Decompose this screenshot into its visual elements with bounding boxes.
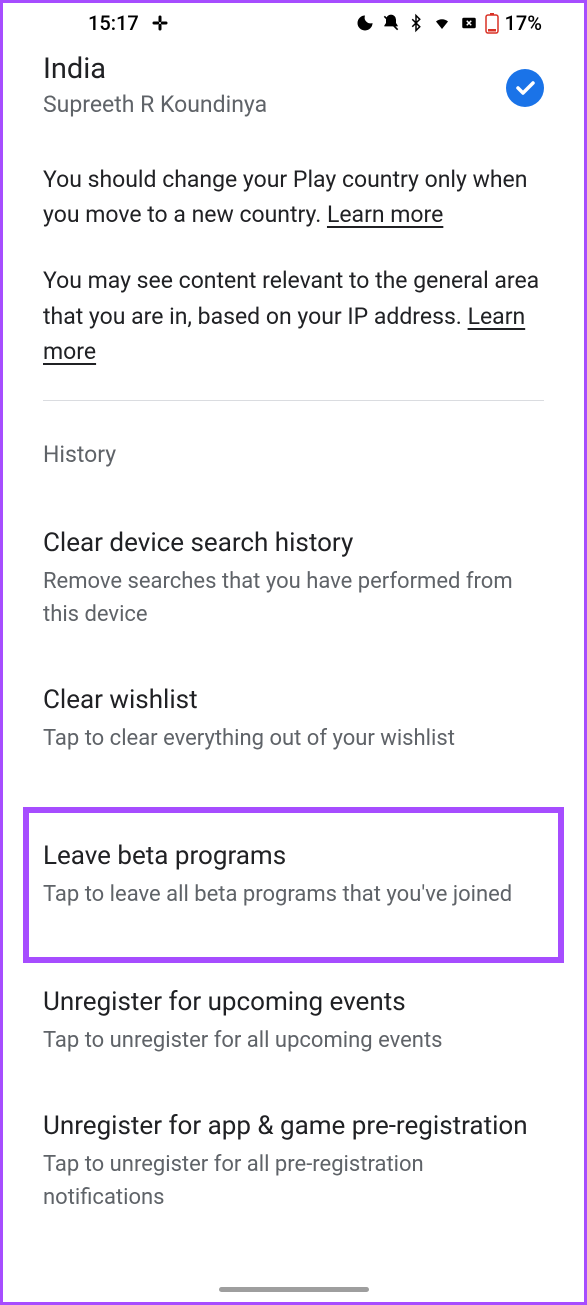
moon-icon [355,13,375,33]
info-text-2: You may see content relevant to the gene… [43,267,539,330]
clear-wishlist-item[interactable]: Clear wishlist Tap to clear everything o… [43,683,544,755]
unregister-prereg-title: Unregister for app & game pre-registrati… [43,1109,544,1144]
battery-icon [485,12,499,34]
close-badge-icon [459,14,479,32]
history-section-label: History [43,441,544,468]
mute-icon [381,13,401,33]
clear-wishlist-desc: Tap to clear everything out of your wish… [43,722,544,755]
unregister-events-desc: Tap to unregister for all upcoming event… [43,1024,544,1057]
selected-check-icon [506,69,544,107]
clear-search-desc: Remove searches that you have performed … [43,565,544,631]
unregister-prereg-desc: Tap to unregister for all pre-registrati… [43,1148,544,1214]
unregister-prereg-item[interactable]: Unregister for app & game pre-registrati… [43,1109,544,1214]
unregister-events-item[interactable]: Unregister for upcoming events Tap to un… [43,985,544,1057]
slack-icon [151,14,169,32]
country-row[interactable]: India Supreeth R Koundinya [43,51,544,118]
unregister-events-title: Unregister for upcoming events [43,985,544,1020]
country-name: India [43,51,267,89]
leave-beta-desc: Tap to leave all beta programs that you'… [43,878,544,911]
status-bar: 15:17 17% [3,3,584,41]
clear-search-history-item[interactable]: Clear device search history Remove searc… [43,526,544,631]
home-indicator[interactable] [219,1287,369,1292]
status-left: 15:17 [88,11,169,35]
wifi-icon [431,14,453,32]
clear-search-title: Clear device search history [43,526,544,561]
country-account: Supreeth R Koundinya [43,91,267,118]
status-right: 17% [355,11,542,35]
bluetooth-icon [407,13,425,33]
highlight-box: Leave beta programs Tap to leave all bet… [23,807,564,963]
clock-text: 15:17 [88,11,139,35]
clear-wishlist-title: Clear wishlist [43,683,544,718]
country-info-2: You may see content relevant to the gene… [43,263,544,370]
battery-percent: 17% [505,11,542,35]
divider [43,400,544,401]
country-info-1: You should change your Play country only… [43,162,544,233]
info-text-1: You should change your Play country only… [43,166,527,229]
leave-beta-title: Leave beta programs [43,839,544,874]
learn-more-link-1[interactable]: Learn more [327,201,443,228]
leave-beta-item[interactable]: Leave beta programs Tap to leave all bet… [43,839,544,911]
